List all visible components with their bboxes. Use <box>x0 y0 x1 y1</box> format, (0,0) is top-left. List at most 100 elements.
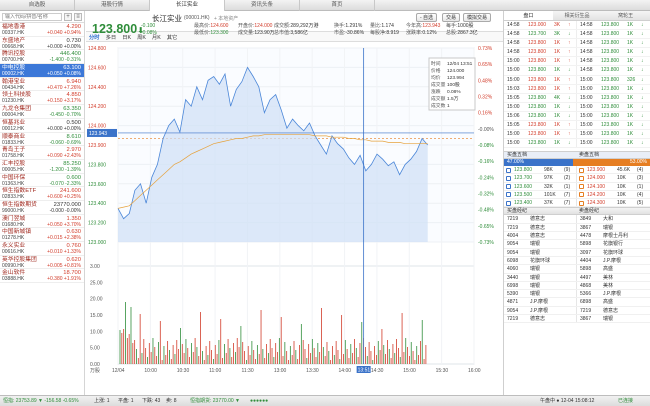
broker-sell-cell[interactable]: 5898 花旗银行 <box>577 240 650 247</box>
tooltip-label: 涨跌 <box>431 88 441 95</box>
watchlist-row[interactable]: 恒生指数期货 99000.HK 23770.000 -0.000 -0.00% <box>0 201 84 215</box>
vol-tick-label: 25.00 <box>90 280 103 286</box>
add-watchlist-button[interactable]: - 自选 <box>416 13 438 22</box>
watchlist-row[interactable]: 金山软件 03888.HK 18.700 +0.380 +1.91% <box>0 269 84 284</box>
tab-hk-market[interactable]: 港股行情 <box>75 0 150 11</box>
watchlist-row[interactable]: 翰港宝业 00434.HK 6.940 +0.470 +7.26% <box>0 78 84 92</box>
tick-volume: 326 <box>627 76 636 83</box>
broker-buy-cell[interactable]: 6998 瑞银 <box>504 281 577 290</box>
tick-cell: 15:05 123.800 4K ↓ <box>504 93 577 102</box>
broker-name: 瑞银 <box>603 224 614 231</box>
watchlist-row[interactable]: 恒生指数ETF 02833.HK 241.600 +0.600 +0.25% <box>0 187 84 201</box>
stat-value: 0.12% <box>422 29 437 36</box>
tab-orderbook[interactable]: 盘口 <box>504 11 553 20</box>
broker-sell-cell[interactable]: 4478 摩根士丹利 <box>577 232 650 239</box>
tab-news[interactable]: 资讯头条 <box>225 0 300 11</box>
broker-name: 美林 <box>603 274 614 281</box>
stock-change: -0.450 -0.70% <box>49 112 81 119</box>
vol-unit: 万股 <box>90 368 100 374</box>
broker-sell-cell[interactable]: 5898 高盛 <box>577 265 650 272</box>
asset-badge[interactable]: + 本地资产 <box>214 15 238 22</box>
watchlist-row[interactable]: 福地香港 00337.HK 4.290 +0.040 +0.94% <box>0 23 84 37</box>
bid-level-icon <box>506 200 511 206</box>
watchlist-row[interactable]: 青岛王子 01758.HK 2.970 +0.090 +2.43% <box>0 146 84 160</box>
watchlist-row[interactable]: 中国新城镇 01278.HK 0.630 +0.015 +2.38% <box>0 228 84 242</box>
tick-cell: 15:00 123.800 1K ↓ <box>577 121 650 129</box>
broker-buy-cell[interactable]: 3440 瑞银 <box>504 273 577 281</box>
watchlist-row[interactable]: 东盛地产 00668.HK 0.730 +0.000 +0.00% <box>0 37 84 51</box>
broker-sell-cell[interactable]: 3867 瑞银 <box>577 224 650 231</box>
watchlist-row[interactable]: 中国环保 01363.HK 0.600 -0.070 -2.33% <box>0 174 84 188</box>
search-input[interactable] <box>2 12 62 21</box>
tick-price: 123.800 <box>528 103 547 110</box>
broker-buy-cell[interactable]: 5390 瑞银 <box>504 290 577 298</box>
watchlist-row[interactable]: 腾讯控股 00700.HK 446.400 -1.400 -0.31% <box>0 50 84 65</box>
broker-buy-cell[interactable]: 6098 花旗环球 <box>504 256 577 265</box>
broker-buy-cell[interactable]: 4004 德意志 <box>504 232 577 240</box>
broker-row: 4871 J.P.摩根 6898 高盛 <box>504 298 650 307</box>
tab-derivatives[interactable]: 相关衍生品 <box>553 11 602 20</box>
tick-cell: 14:58 123.800 1K ↓ <box>577 21 650 29</box>
broker-buy-cell[interactable]: 4060 瑞银 <box>504 265 577 273</box>
watchlist-row[interactable]: 汇丰控股 00005.HK 85.250 -1.200 -1.39% <box>0 160 84 174</box>
tab-home[interactable]: 首页 <box>300 0 375 11</box>
watchlist-row[interactable]: 永义实业 00616.HK 0.760 +0.010 +1.33% <box>0 242 84 256</box>
watchlist-row[interactable]: 澳门翌城 01680.HK 1.350 +0.050 +3.70% <box>0 215 84 229</box>
add-icon[interactable]: + <box>64 12 72 21</box>
tab-watchlist[interactable]: 自选股 <box>0 0 75 11</box>
tick-cell: 14:58 123.800 1K ↓ <box>577 57 650 65</box>
tab-warrants[interactable]: 窝轮王 <box>601 11 650 20</box>
chart-tool-5[interactable]: 其它 <box>167 33 178 41</box>
broker-sell-cell[interactable]: 6898 高盛 <box>577 298 650 305</box>
broker-sell-cell[interactable]: 3849 大和 <box>577 215 650 222</box>
intraday-chart[interactable]: 124.800124.600124.400124.200124.000123.9… <box>86 42 503 384</box>
broker-id: 5898 <box>580 241 592 248</box>
tick-row: 15:00 123.800 1K ↑ 15:00 123.800 326 ↓ <box>504 75 650 85</box>
broker-id: 5366 <box>580 291 592 298</box>
broker-buy-cell[interactable]: 4871 J.P.摩根 <box>504 298 577 306</box>
broker-sell-cell[interactable]: 5366 J.P.摩根 <box>577 290 650 297</box>
order-book: 123.800 98K (9) 123.900 45.6K (4) 123.700 97K (2… <box>504 166 650 208</box>
broker-buy-cell[interactable]: 7219 德意志 <box>504 223 577 232</box>
broker-id: 4868 <box>580 282 592 289</box>
trade-button[interactable]: 交易 <box>442 13 461 22</box>
stat-label: 总市值: <box>274 29 291 36</box>
pct-tick-label: 0.48% <box>478 78 493 84</box>
tick-price: 123.800 <box>601 67 620 74</box>
tick-price: 123.800 <box>528 94 547 101</box>
broker-sell-cell[interactable]: 4868 美林 <box>577 282 650 289</box>
broker-buy-cell[interactable]: 9054 J.P.摩根 <box>504 306 577 315</box>
watchlist-row[interactable]: 九龙仓集团 00004.HK 63.350 -0.450 -0.70% <box>0 105 84 119</box>
bid-level-icon <box>506 184 511 190</box>
broker-buy-cell[interactable]: 9054 瑞银 <box>504 248 577 256</box>
watchlist-row[interactable]: 恒基兆业 00012.HK 0.500 +0.000 +0.00% <box>0 119 84 133</box>
tick-price: 123.800 <box>601 122 620 129</box>
watchlist-row[interactable]: 英华控股集团 00990.HK 0.620 +0.005 +0.81% <box>0 256 84 270</box>
broker-sell-cell[interactable]: 3097 花旗环球 <box>577 249 650 256</box>
broker-name: 瑞银 <box>603 316 614 323</box>
x-tick-label: 11:00 <box>209 368 221 374</box>
sim-trade-button[interactable]: 模拟交易 <box>463 13 492 22</box>
x-tick-label: 16:00 <box>468 368 481 374</box>
broker-buy-cell[interactable]: 7219 德意志 <box>504 315 577 323</box>
broker-sell-cell[interactable]: 4404 J.P.摩根 <box>577 257 650 264</box>
tab-ckh[interactable]: 长江实业 <box>150 0 225 11</box>
status-futures: 恒指期货: 23770.00 ▼ <box>190 398 240 404</box>
tick-time: 14:58 <box>507 40 520 47</box>
x-tick-label: 13:30 <box>306 368 319 374</box>
broker-buy-cell[interactable]: 9054 瑞银 <box>504 240 577 248</box>
tick-price: 123.800 <box>601 140 620 147</box>
watchlist-row[interactable]: 中电控股 00002.HK 63.100 +0.050 +0.08% <box>0 64 84 78</box>
broker-buy-cell[interactable]: 7219 德意志 <box>504 215 577 223</box>
list-icon[interactable]: ≡ <box>74 12 82 21</box>
watchlist-row[interactable]: 领土科技股 01230.HK 4.850 +0.150 +3.17% <box>0 91 84 106</box>
ask-price: 124.200 <box>587 191 606 198</box>
bid-cell: 123.500 101K (7) <box>504 190 577 199</box>
bid-volume: 98K <box>544 167 553 173</box>
pct-tick-label: -0.73% <box>478 240 494 246</box>
watchlist-row[interactable]: 顺泰商业 01833.HK 8.610 -0.060 -0.69% <box>0 133 84 147</box>
broker-sell-cell[interactable]: 7219 德意志 <box>577 307 650 314</box>
ask-volume: 10K <box>617 183 626 190</box>
broker-sell-cell[interactable]: 3867 瑞银 <box>577 315 650 322</box>
broker-sell-cell[interactable]: 4497 美林 <box>577 274 650 281</box>
